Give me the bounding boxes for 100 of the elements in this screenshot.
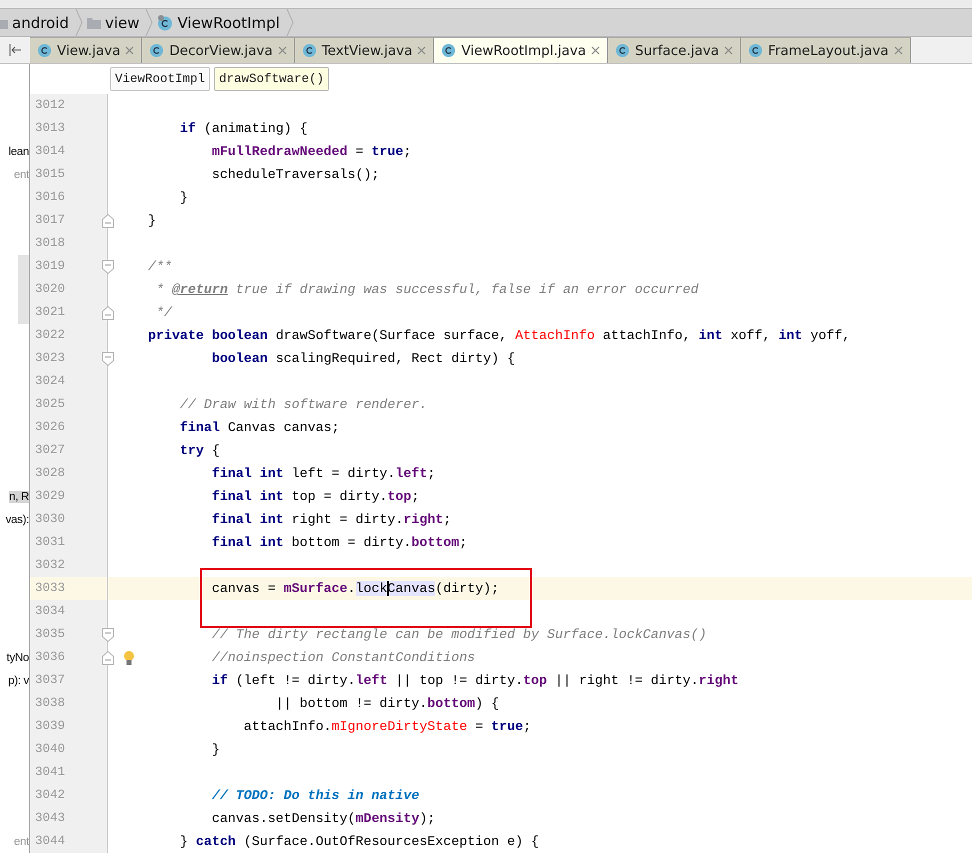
code-text: (animating) { <box>204 121 308 136</box>
close-icon[interactable] <box>724 46 734 55</box>
keyword: true <box>491 719 524 734</box>
code-text: ; <box>459 535 468 550</box>
field-name: bottom <box>427 696 476 711</box>
close-icon[interactable] <box>894 46 903 55</box>
code-comment: // Draw with software renderer. <box>180 397 428 412</box>
method-breadcrumb[interactable]: drawSoftware() <box>214 67 330 91</box>
line-number: 3036 <box>30 646 108 669</box>
pin-icon[interactable] <box>8 44 22 56</box>
editor-tab[interactable]: FrameLayout.java <box>741 37 911 63</box>
code-text: canvas = <box>212 581 277 596</box>
class-icon <box>157 14 174 30</box>
field-name: mSurface <box>284 581 348 596</box>
code-text: ) { <box>475 696 500 711</box>
line-number: 3014 <box>30 140 108 163</box>
keyword: int <box>778 328 802 343</box>
code-text: yoff, <box>810 328 850 343</box>
structure-item[interactable]: p): v <box>8 674 29 686</box>
code-text: = <box>475 719 484 734</box>
code-text: ; <box>523 719 532 734</box>
code-text: scalingRequired, Rect dirty) { <box>276 351 516 366</box>
keyword: final <box>180 420 220 435</box>
folder-icon <box>86 16 101 28</box>
line-number: 3018 <box>30 232 108 255</box>
code-comment: /** <box>148 259 172 274</box>
close-icon[interactable] <box>278 46 287 55</box>
line-number: 3043 <box>30 807 108 830</box>
class-icon <box>748 43 764 58</box>
keyword: if <box>212 673 228 688</box>
structure-item[interactable]: n, R <box>9 490 29 502</box>
keyword: final int <box>212 535 284 550</box>
code-text: canvas.setDensity( <box>212 811 356 826</box>
lightbulb-icon[interactable] <box>123 650 135 666</box>
line-number: 3034 <box>30 600 108 623</box>
keyword: final int <box>212 489 284 504</box>
line-number: 3022 <box>30 324 108 347</box>
code-text: (dirty); <box>435 581 500 596</box>
code-comment: * <box>156 282 164 297</box>
line-number: 3012 <box>30 94 108 117</box>
code-comment: true if drawing was successful, false if an error occurred <box>236 282 699 297</box>
code-text: } <box>212 742 220 757</box>
line-number: 3038 <box>30 692 108 715</box>
fold-icon[interactable] <box>102 260 114 274</box>
field-name: mFullRedrawNeeded <box>212 144 348 159</box>
code-text: || right != dirty. <box>555 673 699 688</box>
field-name: right <box>698 673 739 688</box>
class-icon <box>37 43 52 58</box>
close-icon[interactable] <box>125 46 134 55</box>
code-text: . <box>348 581 356 596</box>
close-icon[interactable] <box>417 46 426 55</box>
line-number: 3029 <box>30 485 108 508</box>
structure-item[interactable]: tyNo <box>6 652 29 664</box>
fold-icon[interactable] <box>102 352 114 366</box>
keyword: if <box>180 121 196 136</box>
code-text: ; <box>403 144 412 159</box>
code-text: drawSoftware(Surface surface, <box>276 328 508 343</box>
editor-tab[interactable]: View.java <box>30 37 142 63</box>
code-text: = <box>355 144 364 159</box>
line-number: 3041 <box>30 761 108 784</box>
line-number: 3037 <box>30 669 108 692</box>
field-name: bottom <box>411 535 460 550</box>
class-icon <box>441 43 456 58</box>
method-breadcrumb[interactable]: ViewRootImpl <box>110 67 210 91</box>
field-name: top <box>523 673 548 688</box>
code-text: bottom = dirty. <box>292 535 412 550</box>
code-text: attachInfo. <box>244 719 332 734</box>
line-number: 3023 <box>30 347 108 370</box>
code-text: } <box>180 190 188 205</box>
breadcrumb-item[interactable]: android <box>12 14 69 32</box>
line-number: 3013 <box>30 117 108 140</box>
line-number: 3020 <box>30 278 108 301</box>
structure-item[interactable]: vas): <box>6 514 29 526</box>
field-name: top <box>387 489 412 504</box>
structure-item[interactable]: lean <box>8 146 29 158</box>
line-number: 3039 <box>30 715 108 738</box>
code-text: attachInfo, <box>602 328 692 343</box>
breadcrumb-item[interactable]: view <box>104 14 140 32</box>
editor-tab[interactable]: ViewRootImpl.java <box>434 37 608 63</box>
close-icon[interactable] <box>591 46 600 55</box>
code-text: } <box>180 834 189 849</box>
editor-tab[interactable]: Surface.java <box>608 37 742 63</box>
breadcrumb-item[interactable]: ViewRootImpl <box>177 14 280 32</box>
keyword: try <box>180 443 204 458</box>
editor-tab[interactable]: DecorView.java <box>142 37 295 63</box>
field-name: right <box>403 512 444 527</box>
code-text: (Surface.OutOfResourcesException e) { <box>244 834 540 849</box>
line-number: 3025 <box>30 393 108 416</box>
code-text: ; <box>443 512 452 527</box>
fold-icon[interactable] <box>102 628 114 642</box>
code-text: (left != dirty. <box>236 673 356 688</box>
code-text: scheduleTraversals(); <box>212 167 380 182</box>
line-number: 3016 <box>30 186 108 209</box>
todo-comment: // TODO: Do this in native <box>212 788 420 803</box>
editor-tab[interactable]: TextView.java <box>294 37 434 63</box>
keyword: private boolean <box>148 328 268 343</box>
class-icon <box>615 43 630 58</box>
line-number: 3021 <box>30 301 108 324</box>
doc-tag: @return <box>172 282 228 297</box>
keyword: final int <box>212 512 284 527</box>
